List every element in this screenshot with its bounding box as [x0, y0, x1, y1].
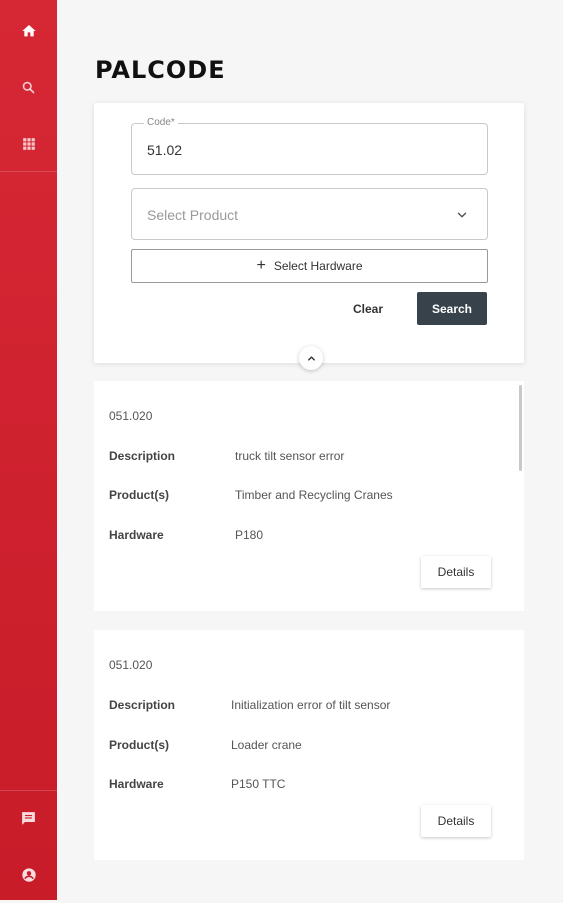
search-form-card: Code* 51.02 Select Product + Select Hard… — [94, 103, 524, 363]
hardware-value: P150 TTC — [231, 777, 286, 791]
products-value: Loader crane — [231, 738, 302, 752]
results-list: 051.020 Description truck tilt sensor er… — [94, 381, 524, 861]
result-code: 051.020 — [109, 658, 153, 672]
sidebar-item-chat[interactable] — [0, 790, 57, 847]
sidebar — [0, 0, 57, 900]
account-icon — [21, 867, 36, 882]
code-label: Code* — [144, 117, 178, 128]
description-label: Description — [109, 698, 176, 712]
code-field[interactable]: Code* 51.02 — [131, 117, 488, 175]
scrollbar-thumb[interactable] — [519, 385, 522, 471]
chevron-down-icon — [457, 212, 467, 218]
main-content: PALCODE Code* 51.02 Select Product + Sel… — [57, 0, 563, 900]
hardware-label: Hardware — [109, 777, 164, 791]
hardware-value: P180 — [235, 528, 264, 542]
grid-icon — [22, 137, 35, 150]
plus-icon: + — [256, 257, 266, 274]
sidebar-divider — [0, 171, 57, 172]
collapse-form-button[interactable] — [299, 346, 323, 370]
select-hardware-button[interactable]: + Select Hardware — [131, 249, 488, 283]
sidebar-item-home[interactable] — [0, 2, 57, 59]
chat-icon — [22, 812, 35, 825]
details-button[interactable]: Details — [421, 556, 491, 588]
result-code: 051.020 — [109, 409, 153, 423]
page-title: PALCODE — [95, 56, 226, 84]
products-value: Timber and Recycling Cranes — [235, 488, 393, 502]
product-select[interactable]: Select Product — [131, 188, 488, 240]
hardware-label: Hardware — [109, 528, 164, 542]
result-card: 051.020 Description Initialization error… — [94, 630, 524, 860]
clear-button[interactable]: Clear — [340, 293, 396, 325]
sidebar-item-apps[interactable] — [0, 115, 57, 172]
search-button[interactable]: Search — [417, 292, 487, 325]
sidebar-item-account[interactable] — [0, 846, 57, 903]
products-label: Product(s) — [109, 738, 169, 752]
details-button[interactable]: Details — [421, 805, 491, 837]
result-card: 051.020 Description truck tilt sensor er… — [94, 381, 524, 611]
products-label: Product(s) — [109, 488, 169, 502]
product-placeholder: Select Product — [147, 207, 239, 223]
description-label: Description — [109, 449, 176, 463]
sidebar-item-search[interactable] — [0, 59, 57, 116]
chevron-up-icon — [307, 355, 315, 361]
description-value: truck tilt sensor error — [235, 449, 345, 463]
code-input[interactable]: 51.02 — [147, 142, 182, 158]
home-icon — [21, 24, 36, 36]
search-icon — [22, 81, 35, 94]
description-value: Initialization error of tilt sensor — [231, 698, 391, 712]
select-hardware-label: Select Hardware — [273, 259, 363, 273]
